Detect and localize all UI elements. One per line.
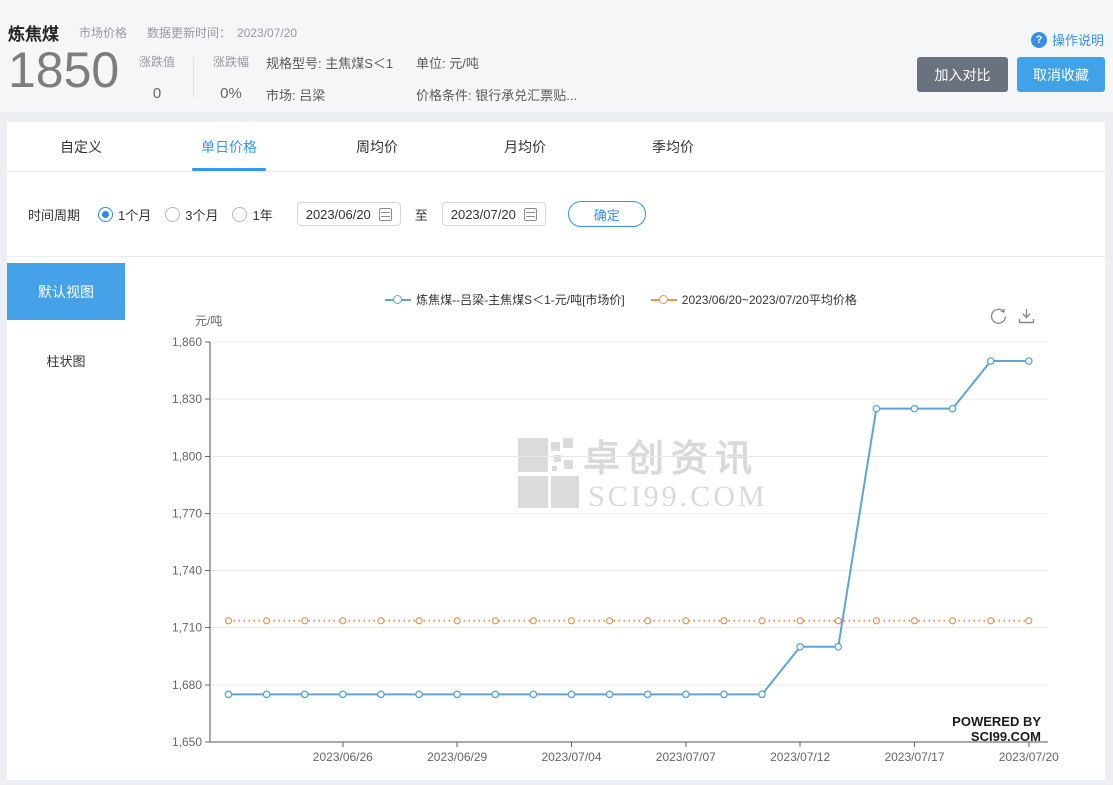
legend-average-price-label: 2023/06/20~2023/07/20平均价格 [681,293,857,307]
change-pct: 0% [220,85,242,102]
divider [193,57,194,97]
unit-label: 单位: 元/吨 [416,56,479,71]
current-price: 1850 [8,42,120,98]
radio-icon [165,206,181,222]
tab-custom[interactable]: 自定义 [7,122,155,171]
price-chart: 炼焦煤--吕梁-主焦煤S＜1-元/吨[市场价] 2023/06/20~2023/… [167,257,1105,780]
tab-weekly-avg[interactable]: 周均价 [303,122,451,171]
change-pct-label: 涨跌幅 [212,55,249,69]
update-time-value: 2023/07/20 [237,25,298,40]
radio-1month-label: 1个月 [118,207,152,223]
line-circle-marker-icon [385,294,412,305]
series-average-line [224,617,1033,625]
radio-1month[interactable]: 1个月 [98,205,151,224]
question-icon: ? [1030,31,1047,48]
help-link[interactable]: ? 操作说明 [1030,30,1104,49]
filter-row: 时间周期 1个月 3个月 1年 2023/06/20 至 2023/07/20 … [28,196,646,232]
series-market-price-line [224,357,1033,699]
unfavorite-button[interactable]: 取消收藏 [1017,57,1105,92]
confirm-button[interactable]: 确定 [567,201,646,227]
radio-1year-label: 1年 [252,207,273,223]
chart-canvas: 卓创资讯SCI99.COM1,6501,6801,7101,7401,7701,… [172,335,1059,764]
end-date-value: 2023/07/20 [450,206,516,222]
start-date-input[interactable]: 2023/06/20 [296,202,401,226]
svg-text:2023/06/29: 2023/06/29 [427,750,487,764]
y-axis: 1,650 1,680 1,710 1,740 1,770 1,800 1,830 1,860 [172,335,1048,749]
change-pct-block: 涨跌幅 0% [202,53,260,102]
sidebar-item-default-view[interactable]: 默认视图 [7,263,125,320]
legend-item-market-price[interactable]: 炼焦煤--吕梁-主焦煤S＜1-元/吨[市场价] [385,291,625,308]
svg-text:1,710: 1,710 [172,621,202,635]
chart-legend: 炼焦煤--吕梁-主焦煤S＜1-元/吨[市场价] 2023/06/20~2023/… [167,291,1105,308]
start-date-value: 2023/06/20 [305,206,371,222]
spec-column: 规格型号: 主焦煤S＜1 市场: 吕梁 [266,53,393,104]
radio-3months[interactable]: 3个月 [165,205,218,224]
radio-icon [98,206,114,222]
spec-label: 规格型号: 主焦煤S＜1 [266,56,394,71]
svg-text:1,830: 1,830 [172,392,202,406]
powered-by-label: POWERED BY SCI99.COM [952,714,1041,744]
radio-icon [232,206,248,222]
svg-text:SCI99.COM: SCI99.COM [588,480,768,513]
tab-monthly-avg[interactable]: 月均价 [451,122,599,171]
sidebar-item-bar-chart[interactable]: 柱状图 [7,345,125,375]
update-time-label: 数据更新时间： [147,26,232,40]
change-value-label: 涨跌值 [138,55,175,69]
line-circle-marker-icon [650,294,677,305]
market-label: 市场: 吕梁 [266,88,326,103]
svg-text:2023/07/17: 2023/07/17 [884,750,944,764]
price-type-label: 市场价格 [79,26,128,40]
help-label: 操作说明 [1051,33,1104,48]
calendar-icon [378,207,392,221]
svg-text:2023/07/04: 2023/07/04 [541,750,601,764]
watermark: 卓创资讯SCI99.COM [518,438,768,513]
tab-bar: 自定义 单日价格 周均价 月均价 季均价 [7,122,1105,172]
svg-text:1,740: 1,740 [172,564,202,578]
unit-column: 单位: 元/吨 价格条件: 银行承兑汇票贴... [416,53,577,104]
condition-label: 价格条件: 银行承兑汇票贴... [416,88,578,103]
page-header: 炼焦煤 市场价格 数据更新时间： 2023/07/20 ? 操作说明 1850 … [0,0,1113,112]
svg-text:2023/07/12: 2023/07/12 [770,750,830,764]
svg-text:2023/07/20: 2023/07/20 [999,750,1059,764]
svg-text:2023/07/07: 2023/07/07 [656,750,716,764]
download-icon[interactable] [1017,307,1036,326]
radio-1year[interactable]: 1年 [232,205,273,224]
radio-3months-label: 3个月 [185,207,219,223]
calendar-icon [523,207,537,221]
tab-daily-price[interactable]: 单日价格 [155,122,303,171]
filter-panel: 时间周期 1个月 3个月 1年 2023/06/20 至 2023/07/20 … [7,172,1105,257]
change-value-block: 涨跌值 0 [128,53,186,102]
to-label: 至 [414,207,428,223]
x-axis: 2023/06/26 2023/06/29 2023/07/04 2023/07/07… [210,741,1059,764]
chart-section: 默认视图 柱状图 炼焦煤--吕梁-主焦煤S＜1-元/吨[市场价] 2023/06… [7,257,1105,780]
svg-text:1,650: 1,650 [172,735,202,749]
add-compare-button[interactable]: 加入对比 [917,57,1008,92]
chart-toolbar [989,307,1036,326]
svg-text:卓创资讯: 卓创资讯 [583,438,759,479]
period-label: 时间周期 [28,207,81,223]
svg-text:2023/06/26: 2023/06/26 [313,750,373,764]
end-date-input[interactable]: 2023/07/20 [441,202,546,226]
legend-item-average-price[interactable]: 2023/06/20~2023/07/20平均价格 [650,291,857,308]
y-axis-unit-label: 元/吨 [195,314,223,328]
legend-market-price-label: 炼焦煤--吕梁-主焦煤S＜1-元/吨[市场价] [416,293,625,307]
svg-text:1,770: 1,770 [172,506,202,520]
svg-text:1,860: 1,860 [172,335,202,349]
svg-text:1,800: 1,800 [172,449,202,463]
tab-quarterly-avg[interactable]: 季均价 [599,122,747,171]
refresh-icon[interactable] [989,307,1008,326]
svg-text:1,680: 1,680 [172,678,202,692]
change-value: 0 [152,85,162,102]
